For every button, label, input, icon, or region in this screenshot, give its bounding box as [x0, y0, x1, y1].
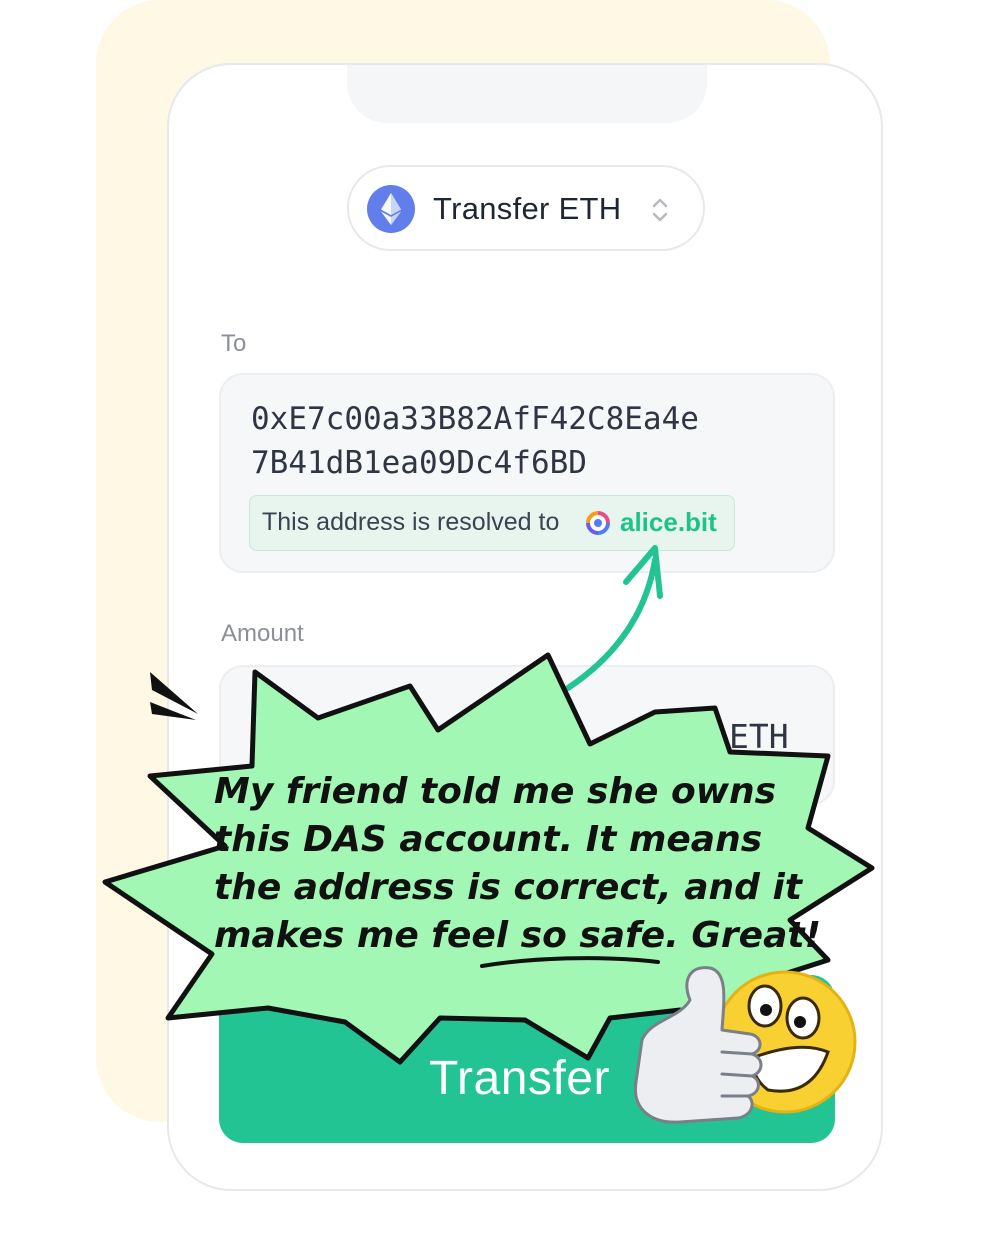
phone-notch: [347, 65, 707, 123]
speech-line-3: the address is correct, and it: [214, 867, 803, 908]
recipient-address: 0xE7c00a33B82AfF42C8Ea4e 7B41dB1ea09Dc4f…: [251, 397, 811, 485]
token-selector[interactable]: Transfer ETH: [347, 165, 705, 251]
alias-name[interactable]: alice.bit: [620, 507, 717, 538]
amount-label: Amount: [221, 620, 304, 647]
transfer-button[interactable]: Transfer: [219, 975, 835, 1143]
speech-emphasis: so safe: [520, 915, 666, 956]
speech-bubble-text: My friend told me she owns this DAS acco…: [214, 768, 821, 960]
amount-unit: ETH: [729, 717, 789, 756]
address-line-2: 7B41dB1ea09Dc4f6BD: [251, 445, 587, 481]
phone-frame: Transfer ETH To 0xE7c00a33B82AfF42C8Ea4e…: [167, 63, 883, 1191]
resolved-alias-badge: This address is resolved to alice.bit: [249, 495, 735, 551]
das-logo-icon: [586, 511, 610, 535]
transfer-button-label: Transfer: [429, 1052, 610, 1105]
address-line-1: 0xE7c00a33B82AfF42C8Ea4e: [251, 401, 699, 437]
token-label: Transfer ETH: [433, 191, 622, 226]
speech-line-4: makes me feel so safe. Great!: [214, 912, 821, 960]
to-label: To: [221, 330, 247, 357]
ethereum-icon: [367, 185, 415, 233]
speech-line-4-start: makes me feel: [214, 915, 521, 956]
speech-line-2: this DAS account. It means: [214, 819, 763, 860]
chevron-up-down-icon: [652, 198, 668, 222]
speech-line-1: My friend told me she owns: [214, 771, 777, 812]
recipient-address-field[interactable]: 0xE7c00a33B82AfF42C8Ea4e 7B41dB1ea09Dc4f…: [219, 373, 835, 573]
resolved-text: This address is resolved to: [262, 508, 560, 536]
speech-line-4-end: . Great!: [665, 915, 822, 956]
